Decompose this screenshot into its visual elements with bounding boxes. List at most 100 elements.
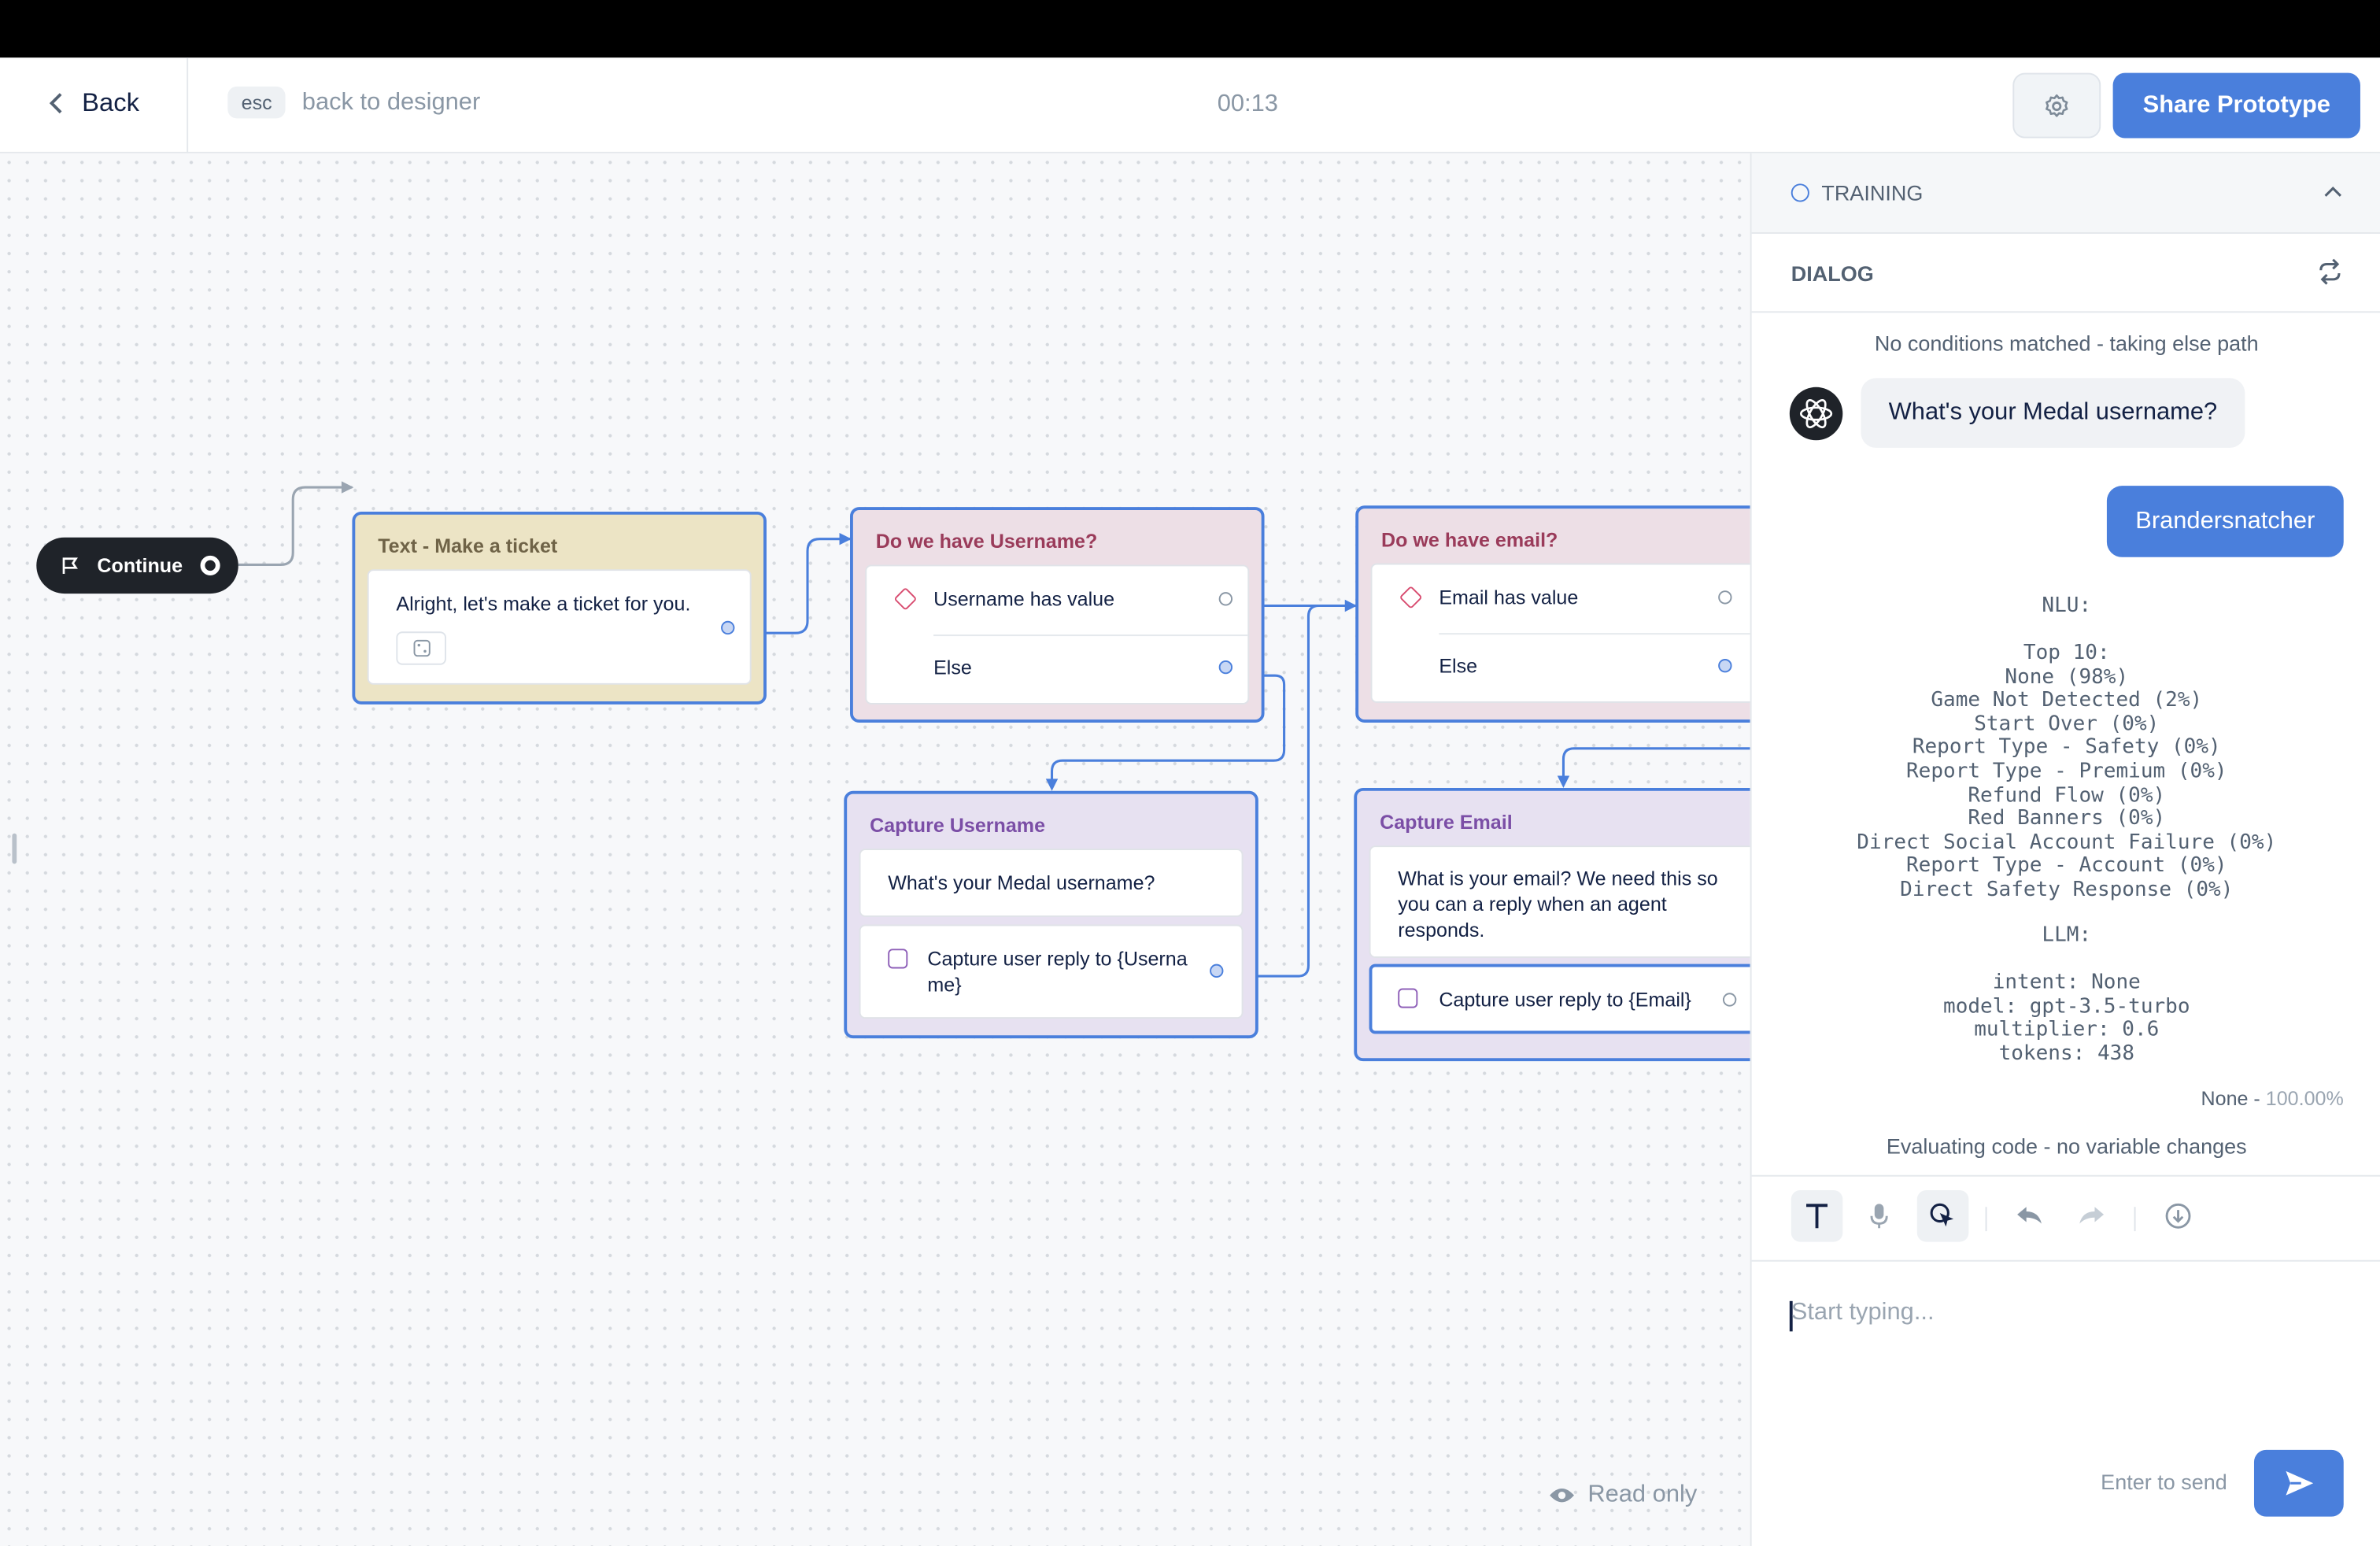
dice-icon — [412, 639, 430, 657]
training-section[interactable]: TRAINING — [1751, 153, 2380, 235]
llm-detail: tokens: 438 — [1998, 1041, 2135, 1066]
prototype-app: Back esc back to designer 00:13 Share Pr… — [0, 57, 2380, 1546]
undo-icon — [2017, 1207, 2042, 1224]
redo-icon — [2079, 1207, 2105, 1224]
condition-port[interactable] — [1218, 592, 1233, 606]
esc-key-badge: esc — [227, 86, 286, 119]
nlu-header: NLU: — [2042, 594, 2092, 618]
interaction-mode-button[interactable] — [1916, 1190, 1969, 1242]
nlu-item: Report Type - Account (0%) — [1905, 853, 2227, 878]
back-button[interactable]: Back — [49, 88, 139, 119]
capture-icon — [1398, 988, 1418, 1008]
continue-port[interactable] — [200, 555, 220, 575]
capture-node-username[interactable]: Capture Username What's your Medal usern… — [844, 790, 1258, 1039]
condition-node-username[interactable]: Do we have Username? Username has value … — [850, 507, 1265, 723]
message-input[interactable]: Start typing... — [1791, 1300, 1935, 1327]
read-only-label: Read only — [1587, 1481, 1698, 1508]
if-icon — [1399, 585, 1423, 609]
prompt-step[interactable]: What is your email? We need this so you … — [1369, 845, 1750, 958]
flag-icon — [62, 557, 78, 574]
bot-message-bubble: What's your Medal username? — [1861, 378, 2245, 448]
undo-button[interactable] — [2004, 1190, 2056, 1242]
share-prototype-button[interactable]: Share Prototype — [2112, 72, 2360, 139]
bot-logo-icon — [1799, 399, 1833, 429]
intent-match: None - 100.00% — [1752, 1087, 2344, 1110]
intent-match-name: None - — [2201, 1086, 2266, 1110]
condition-label: Username has value — [933, 587, 1115, 611]
reset-icon[interactable] — [2316, 258, 2344, 286]
nlu-item: Report Type - Premium (0%) — [1905, 759, 2227, 784]
download-icon — [2165, 1203, 2191, 1229]
nlu-item: Direct Safety Response (0%) — [1900, 877, 2234, 902]
llm-detail: model: gpt-3.5-turbo — [1943, 993, 2190, 1019]
step-divider — [1439, 633, 1750, 635]
trace-eval-code: Evaluating code - no variable changes — [1886, 1134, 2247, 1159]
settings-button[interactable] — [2012, 72, 2101, 139]
back-to-designer-label[interactable]: back to designer — [302, 90, 480, 117]
test-panel: TRAINING DIALOG No conditions matched - … — [1750, 153, 2380, 1546]
nlu-item: Red Banners (0%) — [1968, 806, 2166, 831]
capture-step[interactable]: Capture user reply to {Email} — [1369, 963, 1750, 1034]
send-button[interactable] — [2253, 1449, 2344, 1517]
text-icon — [1806, 1204, 1828, 1229]
variant-icon-button[interactable] — [396, 631, 447, 665]
download-button[interactable] — [2153, 1190, 2204, 1242]
llm-detail: multiplier: 0.6 — [1974, 1017, 2160, 1042]
nlu-item: None (98%) — [2005, 664, 2129, 689]
else-label: Else — [1439, 654, 1478, 678]
read-only-indicator: Read only — [1548, 1481, 1697, 1509]
training-status-icon — [1791, 183, 1809, 202]
text-step[interactable]: Alright, let's make a ticket for you. — [367, 569, 752, 685]
redo-button[interactable] — [2066, 1190, 2118, 1242]
header-divider — [187, 57, 189, 153]
continue-label: Continue — [97, 553, 183, 577]
start-continue-block[interactable]: Continue — [36, 537, 238, 594]
condition-step[interactable]: Username has value Else — [865, 564, 1250, 705]
dialog-label: DIALOG — [1791, 261, 1874, 286]
prompt-text: What's your Medal username? — [888, 871, 1155, 894]
intent-match-confidence: 100.00% — [2265, 1086, 2344, 1110]
condition-label: Email has value — [1439, 586, 1579, 609]
nlu-item: Start Over (0%) — [1974, 712, 2160, 736]
text-mode-button[interactable] — [1791, 1190, 1843, 1242]
node-title: Capture Username — [870, 813, 1046, 837]
toolbar-divider — [2134, 1207, 2136, 1232]
prompt-text: What is your email? We need this so you … — [1398, 867, 1718, 941]
llm-header: LLM: — [2042, 923, 2092, 948]
prompt-step[interactable]: What's your Medal username? — [859, 849, 1244, 917]
capture-icon — [888, 949, 908, 969]
capture-port[interactable] — [1722, 993, 1737, 1007]
condition-port[interactable] — [1718, 590, 1732, 605]
chevron-up-icon[interactable] — [2324, 185, 2342, 197]
gear-icon — [2046, 93, 2068, 117]
capture-node-email[interactable]: Capture Email What is your email? We nee… — [1354, 787, 1750, 1062]
flow-canvas[interactable]: Continue Text - Make a ticket Alright, l… — [0, 153, 1750, 1546]
voice-mode-button[interactable] — [1853, 1190, 1905, 1242]
llm-detail: intent: None — [1992, 970, 2141, 995]
nlu-item: Direct Social Account Failure (0%) — [1857, 830, 2277, 855]
else-port[interactable] — [1218, 660, 1233, 675]
output-port[interactable] — [721, 620, 735, 635]
else-label: Else — [933, 656, 972, 679]
condition-node-email[interactable]: Do we have email? Email has value Else — [1355, 505, 1750, 723]
capture-port[interactable] — [1210, 963, 1224, 978]
send-icon — [2285, 1470, 2313, 1496]
capture-step[interactable]: Capture user reply to {Username} — [859, 924, 1244, 1019]
trace-else-path: No conditions matched - taking else path — [1874, 331, 2259, 356]
top-header: Back esc back to designer 00:13 Share Pr… — [0, 57, 2380, 153]
nlu-item: Top 10: — [2023, 640, 2110, 665]
microphone-icon — [1870, 1204, 1888, 1229]
nlu-item: Refund Flow (0%) — [1968, 782, 2166, 808]
eye-icon — [1550, 1488, 1574, 1503]
user-message-bubble: Brandersnatcher — [2106, 486, 2344, 557]
text-node-make-ticket[interactable]: Text - Make a ticket Alright, let's make… — [352, 511, 767, 705]
node-title: Do we have Username? — [875, 530, 1098, 553]
else-port[interactable] — [1718, 659, 1732, 673]
session-timer: 00:13 — [1217, 91, 1278, 117]
input-toolbar — [1751, 1174, 2380, 1262]
condition-step[interactable]: Email has value Else — [1370, 563, 1750, 703]
dialog-header: DIALOG — [1751, 234, 2380, 313]
node-title: Capture Email — [1380, 810, 1513, 834]
back-label: Back — [82, 87, 140, 117]
if-icon — [893, 586, 918, 611]
